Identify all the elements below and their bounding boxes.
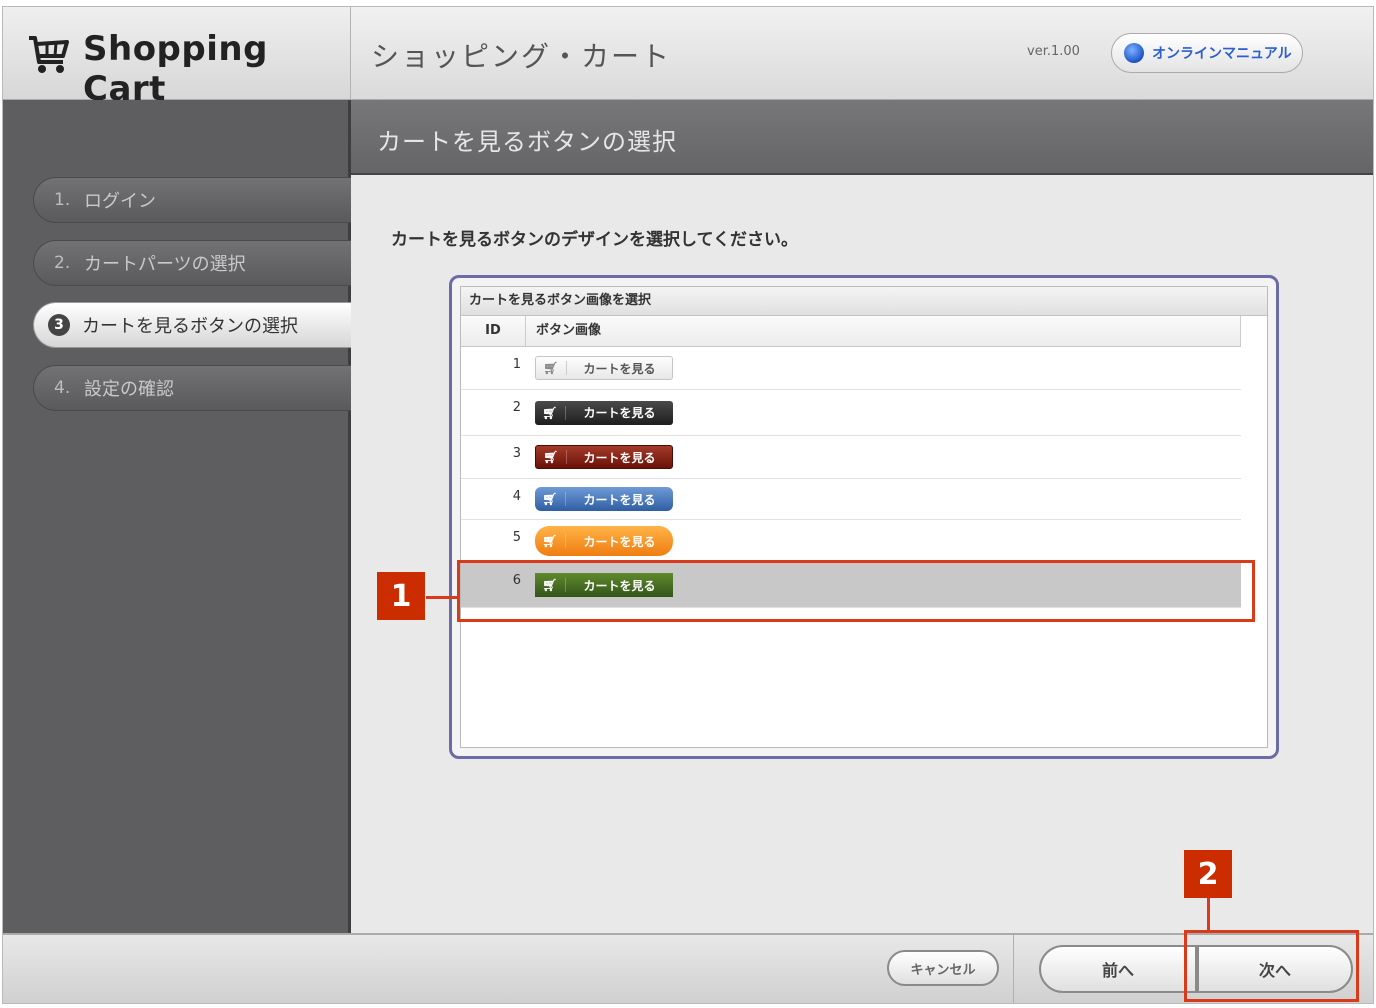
row-id: 5 [512,530,521,545]
step-label: 設定の確認 [84,379,174,400]
table-row[interactable]: 4 🛒︎ カートを見る [461,479,1241,520]
sidebar-step-confirm[interactable]: 4. 設定の確認 [33,365,351,411]
table-row[interactable]: 5 🛒︎ カートを見る [461,520,1241,563]
step-number: 1. [54,190,71,210]
row-id: 3 [512,446,521,461]
logo-text: Shopping Cart [83,29,268,109]
cart-button-image: 🛒︎ カートを見る [535,487,673,511]
cart-icon: 🛒︎ [535,534,566,548]
button-grid: カートを見るボタン画像を選択 ID ボタン画像 1 🛒︎ カートを見る 2 🛒︎… [460,286,1268,748]
annotation-marker-2: 2 [1184,850,1232,898]
step-label: カートを見るボタンの選択 [82,316,298,337]
sidebar-step-view-cart-button[interactable]: 3 カートを見るボタンの選択 [33,302,351,348]
cart-icon: 🛒︎ [535,405,566,420]
annotation-leader-2 [1207,896,1210,931]
cart-button-label: カートを見る [583,534,656,549]
cancel-button[interactable]: キャンセル [887,950,999,986]
globe-icon [1124,43,1144,63]
content-area: カートを見るボタンのデザインを選択してください。 カートを見るボタン画像を選択 … [351,175,1373,933]
annotation-marker-1: 1 [377,572,425,620]
app-window: Shopping Cart ショッピング・カート ver.1.00 オンラインマ… [2,6,1374,1004]
button-select-panel: カートを見るボタン画像を選択 ID ボタン画像 1 🛒︎ カートを見る 2 🛒︎… [449,275,1279,759]
cart-logo-icon [29,36,69,73]
table-row[interactable]: 3 🛒︎ カートを見る [461,436,1241,479]
step-number: 4. [54,378,71,398]
table-row[interactable]: 2 🛒︎ カートを見る [461,390,1241,436]
annotation-highlight-1 [457,560,1255,622]
annotation-highlight-2 [1184,930,1359,1002]
sidebar-step-cart-parts[interactable]: 2. カートパーツの選択 [33,240,351,286]
cart-icon: 🛒︎ [536,361,567,375]
row-id: 4 [512,489,521,504]
cart-icon: 🛒︎ [535,492,566,506]
cart-button-label: カートを見る [583,361,656,376]
app-title: ショッピング・カート [371,40,672,73]
online-manual-button[interactable]: オンラインマニュアル [1111,33,1303,73]
footer-bar: キャンセル 前へ 次へ [3,933,1373,1003]
step-number-badge: 3 [48,314,70,336]
prev-button[interactable]: 前へ [1039,945,1197,993]
annotation-leader-1 [426,596,458,599]
online-manual-label: オンラインマニュアル [1152,46,1292,62]
instruction-text: カートを見るボタンのデザインを選択してください。 [391,230,798,250]
column-header-id[interactable]: ID [461,316,526,346]
cart-button-image: 🛒︎ カートを見る [535,445,673,469]
page-title: カートを見るボタンの選択 [377,128,677,156]
cart-button-image: 🛒︎ カートを見る [535,400,673,425]
grid-title: カートを見るボタン画像を選択 [461,287,1267,316]
table-row[interactable]: 1 🛒︎ カートを見る [461,347,1241,390]
column-header-image[interactable]: ボタン画像 [526,316,601,346]
content-header: カートを見るボタンの選択 [351,100,1373,175]
cart-button-label: カートを見る [583,492,656,507]
step-label: ログイン [84,191,156,212]
cart-icon: 🛒︎ [536,450,567,464]
cart-button-label: カートを見る [583,406,656,420]
row-id: 1 [512,357,521,372]
footer-divider [1013,935,1014,1003]
cart-button-image: 🛒︎ カートを見る [535,356,673,380]
step-number: 2. [54,253,71,273]
sidebar-step-login[interactable]: 1. ログイン [33,177,351,223]
grid-header-row: ID ボタン画像 [461,316,1241,347]
app-header: ショッピング・カート ver.1.00 オンラインマニュアル [351,7,1373,100]
logo-area: Shopping Cart [3,7,351,109]
step-label: カートパーツの選択 [84,254,246,275]
cart-button-image: 🛒︎ カートを見る [535,526,673,556]
step-sidebar: 1. ログイン 2. カートパーツの選択 3 カートを見るボタンの選択 4. 設… [3,100,351,933]
cart-button-label: カートを見る [583,450,656,465]
version-label: ver.1.00 [1027,44,1080,59]
row-id: 2 [512,400,521,415]
